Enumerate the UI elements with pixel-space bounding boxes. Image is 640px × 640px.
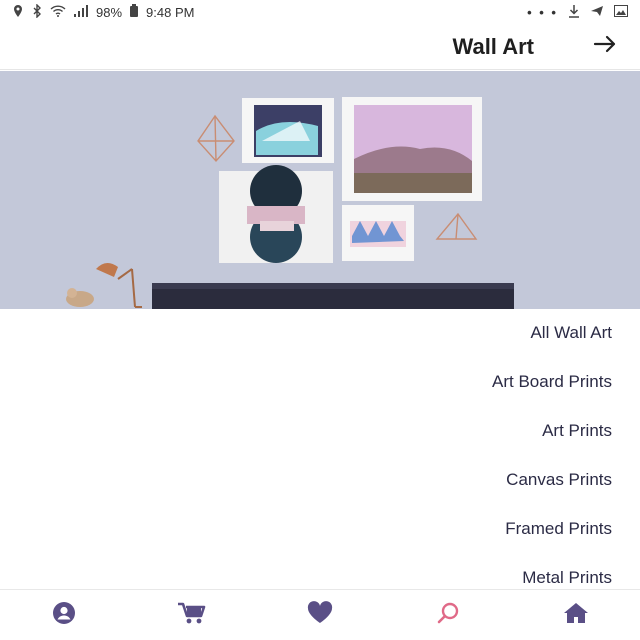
category-list: All Wall Art Art Board Prints Art Prints… xyxy=(0,308,640,602)
more-notifications-icon: • • • xyxy=(527,4,558,20)
battery-percent: 98% xyxy=(96,4,123,20)
search-icon xyxy=(436,601,460,630)
list-item-label: Framed Prints xyxy=(505,518,612,538)
location-icon xyxy=(12,4,24,21)
category-canvas-prints[interactable]: Canvas Prints xyxy=(0,455,640,504)
status-right: • • • xyxy=(527,4,628,21)
nav-favorites-button[interactable] xyxy=(290,593,350,637)
page-title: Wall Art xyxy=(452,33,534,59)
signal-icon xyxy=(74,4,88,20)
category-art-prints[interactable]: Art Prints xyxy=(0,406,640,455)
home-icon xyxy=(562,601,590,630)
list-item-label: Art Prints xyxy=(542,420,612,440)
image-icon xyxy=(614,4,628,20)
app-header: Wall Art xyxy=(0,24,640,70)
download-icon xyxy=(568,4,580,21)
category-art-board-prints[interactable]: Art Board Prints xyxy=(0,357,640,406)
forward-button[interactable] xyxy=(588,30,622,64)
list-item-label: Art Board Prints xyxy=(492,371,612,391)
wall-art-photo xyxy=(0,71,640,309)
profile-icon xyxy=(52,601,76,630)
nav-cart-button[interactable] xyxy=(162,593,222,637)
wifi-icon xyxy=(50,4,66,20)
list-item-label: Canvas Prints xyxy=(506,469,612,489)
nav-search-button[interactable] xyxy=(418,593,478,637)
hero-image xyxy=(0,71,640,309)
status-time: 9:48 PM xyxy=(146,4,195,20)
arrow-right-icon xyxy=(593,35,617,58)
battery-icon xyxy=(130,4,139,20)
heart-icon xyxy=(306,600,334,630)
status-bar: 98% 9:48 PM • • • xyxy=(0,0,640,24)
bottom-navigation xyxy=(0,589,640,640)
category-framed-prints[interactable]: Framed Prints xyxy=(0,504,640,553)
send-icon xyxy=(590,5,604,20)
nav-profile-button[interactable] xyxy=(34,593,94,637)
list-item-label: Metal Prints xyxy=(522,567,612,587)
bluetooth-icon xyxy=(32,2,42,21)
cart-icon xyxy=(177,601,207,630)
list-item-label: All Wall Art xyxy=(530,322,612,342)
status-left: 98% 9:48 PM xyxy=(12,2,195,21)
nav-home-button[interactable] xyxy=(546,593,606,637)
category-all-wall-art[interactable]: All Wall Art xyxy=(0,308,640,357)
